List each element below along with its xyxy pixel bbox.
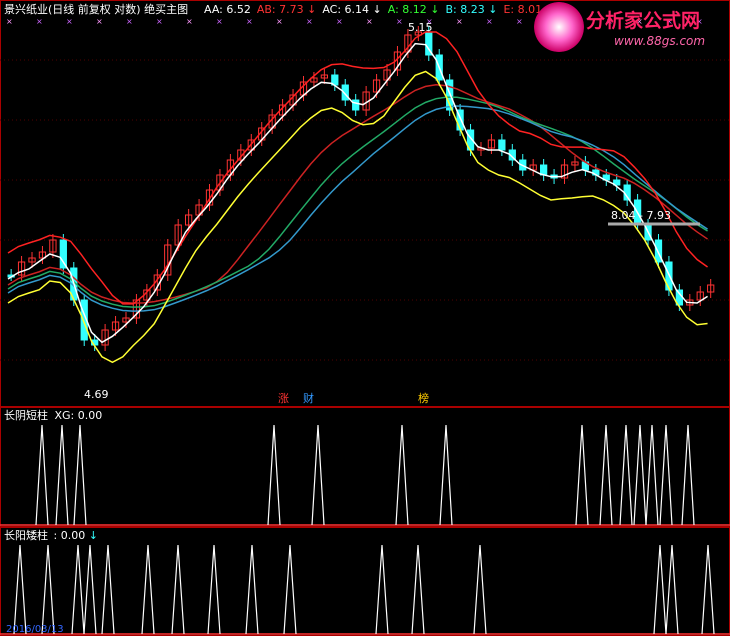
signal-spike [645, 424, 659, 526]
indicator-value-1: AB: 7.73 ↓ [256, 3, 317, 16]
ma-green-line [7, 96, 708, 308]
top-x-marker: × [276, 17, 283, 26]
top-x-marker: × [516, 17, 523, 26]
top-x-marker: × [366, 17, 373, 26]
top-x-marker: × [306, 17, 313, 26]
signal-spike [681, 424, 695, 526]
top-x-marker: × [6, 17, 13, 26]
signal-spike [395, 424, 409, 526]
top-x-marker: × [336, 17, 343, 26]
indicator-value-4: B: 8.23 ↓ [445, 3, 498, 16]
signal-spike [619, 424, 633, 526]
signal-spike [245, 544, 259, 635]
indicator-panel-yin[interactable]: 长阴短柱 XG: 0.00 [0, 407, 730, 527]
signal-spike [55, 424, 69, 526]
top-x-marker: × [246, 17, 253, 26]
signal-spike [575, 424, 589, 526]
indicator-panel-yang[interactable]: 长阳矮柱 : 0.00 ↓ 2016/03/13 [0, 527, 730, 636]
main-chart-panel[interactable]: ×××××××××××××××××××××××× 景兴纸业(日线 前复权 对数)… [0, 0, 730, 407]
top-x-marker: × [66, 17, 73, 26]
indicator-value-0: AA: 6.52 [204, 3, 251, 16]
range-label: 8.04 - 7.93 [611, 209, 671, 222]
panel3-arrow-icon: ↓ [88, 529, 98, 542]
panel3-value: : 0.00 [53, 529, 86, 542]
signal-spike [83, 544, 97, 635]
panel-frame [0, 527, 730, 636]
candle-body [498, 139, 506, 151]
signal-spike [411, 544, 425, 635]
signal-spike [439, 424, 453, 526]
watermark-logo: 分析家公式网 www.88gs.com [530, 0, 726, 56]
signal-markers: 涨财榜 [0, 390, 730, 405]
signal-spike [101, 544, 115, 635]
chart-title: 景兴纸业(日线 前复权 对数) 绝买主图 [4, 3, 189, 16]
signal-spike [283, 544, 297, 635]
candle-body [59, 239, 67, 269]
indicator-yin-canvas[interactable] [0, 407, 730, 527]
top-x-marker: × [396, 17, 403, 26]
top-x-marker: × [96, 17, 103, 26]
top-x-marker: × [126, 17, 133, 26]
candle-body [352, 99, 360, 111]
signal-spike [141, 544, 155, 635]
signal-spike [207, 544, 221, 635]
signal-spike [171, 544, 185, 635]
signal-marker-1: 财 [303, 392, 314, 405]
top-x-marker: × [36, 17, 43, 26]
ma-long-line [7, 83, 708, 304]
top-x-marker: × [216, 17, 223, 26]
high-price-label: 5.15 [408, 21, 433, 34]
top-x-marker: × [156, 17, 163, 26]
signal-spike [659, 424, 673, 526]
panel2-title-text: 长阴短柱 [4, 409, 48, 422]
white-trend-line [7, 42, 708, 344]
chart-frame [0, 0, 730, 407]
flower-logo-icon [534, 2, 584, 52]
indicator-yang-canvas[interactable] [0, 527, 730, 636]
signal-spike [311, 424, 325, 526]
indicator-value-3: A: 8.12 ↓ [387, 3, 440, 16]
indicator-values: AA: 6.52 AB: 7.73 ↓ AC: 6.14 ↓ A: 8.12 ↓ B: … [204, 3, 561, 16]
signal-spike [41, 544, 55, 635]
top-x-marker: × [456, 17, 463, 26]
yellow-support-line [7, 70, 708, 364]
signal-spike [653, 544, 667, 635]
main-chart-canvas[interactable]: ×××××××××××××××××××××××× [0, 0, 730, 407]
signal-spike [701, 544, 715, 635]
footer-date: 2016/03/13 [6, 624, 64, 635]
panel2-value: XG: 0.00 [54, 409, 103, 422]
top-x-marker: × [186, 17, 193, 26]
top-x-marker: × [486, 17, 493, 26]
signal-spike [633, 424, 647, 526]
panel2-title: 长阴短柱 XG: 0.00 [4, 409, 102, 422]
signal-spike [73, 424, 87, 526]
indicator-value-2: AC: 6.14 ↓ [322, 3, 382, 16]
signal-spike [599, 424, 613, 526]
watermark-url: www.88gs.com [614, 34, 706, 48]
signal-spike [375, 544, 389, 635]
signal-spike [35, 424, 49, 526]
signal-marker-2: 榜 [418, 392, 429, 405]
watermark-name: 分析家公式网 [586, 10, 701, 32]
signal-spike [473, 544, 487, 635]
signal-spike [71, 544, 85, 635]
signal-marker-0: 涨 [278, 392, 289, 405]
ma-blue-line [7, 105, 708, 312]
panel-frame [0, 407, 730, 527]
panel3-title: 长阳矮柱 : 0.00 ↓ [4, 529, 98, 542]
panel3-title-text: 长阳矮柱 [4, 529, 48, 542]
signal-spike [665, 544, 679, 635]
signal-spike [267, 424, 281, 526]
signal-spike [13, 544, 27, 635]
